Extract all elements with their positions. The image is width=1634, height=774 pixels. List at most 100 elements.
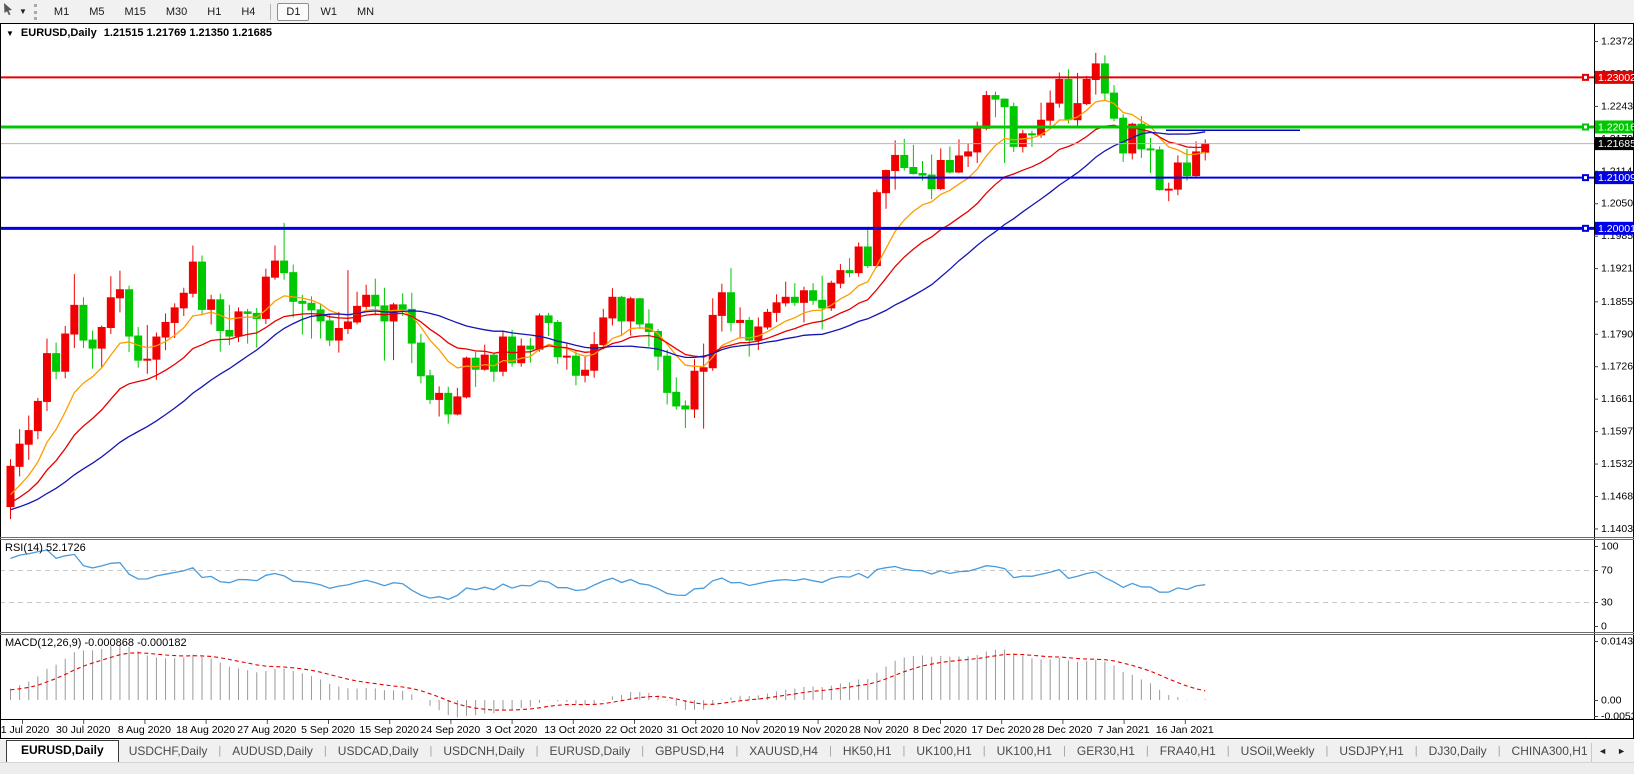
svg-text:1.16615: 1.16615 <box>1601 393 1634 405</box>
svg-text:7 Jan 2021: 7 Jan 2021 <box>1098 724 1150 736</box>
svg-text:1.21685: 1.21685 <box>1598 138 1634 150</box>
chart-tab-UK100-H1[interactable]: UK100,H1 <box>987 741 1062 762</box>
svg-text:70: 70 <box>1601 565 1613 577</box>
svg-text:24 Sep 2020: 24 Sep 2020 <box>421 724 481 736</box>
svg-text:30: 30 <box>1601 597 1613 609</box>
tool-dropdown-caret-icon[interactable]: ▼ <box>19 8 27 16</box>
rsi-pane <box>0 550 1594 603</box>
svg-text:1.22016: 1.22016 <box>1598 121 1634 133</box>
chart-tab-USDCHF-Daily[interactable]: USDCHF,Daily <box>119 741 218 762</box>
svg-text:1.19210: 1.19210 <box>1601 263 1634 275</box>
chart-tab-CHINA300-H1[interactable]: CHINA300,H1 <box>1502 741 1592 762</box>
svg-text:1.14680: 1.14680 <box>1601 491 1634 503</box>
price-axis[interactable]: 1.237251.230801.224351.217901.211451.205… <box>1594 36 1634 535</box>
svg-text:1.22435: 1.22435 <box>1601 100 1634 112</box>
timeframe-button-H1[interactable]: H1 <box>198 3 230 21</box>
svg-text:1.21009: 1.21009 <box>1598 172 1634 184</box>
svg-text:22 Oct 2020: 22 Oct 2020 <box>605 724 662 736</box>
chart-frame <box>0 23 1634 739</box>
macd-axis: 0.014384 0.00 -0.00539 <box>1594 636 1634 723</box>
svg-text:15 Sep 2020: 15 Sep 2020 <box>359 724 419 736</box>
svg-text:8 Dec 2020: 8 Dec 2020 <box>913 724 967 736</box>
tab-scroll-arrows: ◄ ► <box>1591 743 1634 762</box>
timeframe-button-W1[interactable]: W1 <box>311 3 346 21</box>
tab-scroll-right-icon[interactable]: ► <box>1617 747 1626 756</box>
timeframe-button-H4[interactable]: H4 <box>232 3 264 21</box>
chart-tool-icon[interactable] <box>2 2 16 21</box>
svg-text:3 Oct 2020: 3 Oct 2020 <box>486 724 538 736</box>
tab-scroll-left-icon[interactable]: ◄ <box>1598 747 1607 756</box>
chart-tab-UK100-H1[interactable]: UK100,H1 <box>906 741 981 762</box>
macd-signal-line <box>11 653 1206 710</box>
svg-text:1.15970: 1.15970 <box>1601 426 1634 438</box>
macd-pane <box>11 644 1206 717</box>
svg-text:10 Nov 2020: 10 Nov 2020 <box>727 724 787 736</box>
svg-text:19 Nov 2020: 19 Nov 2020 <box>788 724 848 736</box>
timeframe-button-MN[interactable]: MN <box>348 3 383 21</box>
chart-tab-USOil-Weekly[interactable]: USOil,Weekly <box>1231 741 1325 762</box>
chart-symbol-label: EURUSD,Daily <box>21 27 97 39</box>
svg-text:1.15325: 1.15325 <box>1601 458 1634 470</box>
chart-tab-AUDUSD-Daily[interactable]: AUDUSD,Daily <box>222 741 323 762</box>
chart-area[interactable]: 1.237251.230801.224351.217901.211451.205… <box>0 23 1634 740</box>
rsi-axis: 100 70 30 0 <box>1594 541 1619 633</box>
chart-tab-HK50-H1[interactable]: HK50,H1 <box>833 741 902 762</box>
svg-text:1.23725: 1.23725 <box>1601 36 1634 48</box>
chart-tab-XAUUSD-H4[interactable]: XAUUSD,H4 <box>739 741 828 762</box>
svg-text:-0.00539: -0.00539 <box>1601 711 1634 723</box>
svg-text:28 Nov 2020: 28 Nov 2020 <box>849 724 909 736</box>
svg-text:1.20001: 1.20001 <box>1598 223 1634 235</box>
timeframe-button-M5[interactable]: M5 <box>80 3 113 21</box>
chart-tab-bar: EURUSD,DailyUSDCHF,Daily|AUDUSD,Daily|US… <box>0 740 1634 762</box>
chart-ohlc-values: 1.21515 1.21769 1.21350 1.21685 <box>104 27 272 39</box>
tool-icon-group[interactable]: ▼ <box>0 2 31 21</box>
svg-text:5 Sep 2020: 5 Sep 2020 <box>301 724 355 736</box>
mt4-window: ▼ M1M5M15M30H1H4 D1W1MN 1.237251.230801.2… <box>0 0 1634 774</box>
chart-tab-USDCAD-Daily[interactable]: USDCAD,Daily <box>328 741 429 762</box>
rsi-line <box>11 550 1206 599</box>
chart-tab-GER30-H1[interactable]: GER30,H1 <box>1067 741 1145 762</box>
time-axis[interactable]: 21 Jul 202030 Jul 20208 Aug 202018 Aug 2… <box>0 720 1214 736</box>
candlestick-series <box>7 53 1209 519</box>
ma-line-10 <box>11 100 1206 494</box>
toolbar-grip[interactable] <box>34 4 37 20</box>
svg-text:13 Oct 2020: 13 Oct 2020 <box>544 724 601 736</box>
rsi-indicator-label: RSI(14) 52.1726 <box>5 542 86 554</box>
timeframe-button-M1[interactable]: M1 <box>45 3 78 21</box>
toolbar-separator <box>270 4 271 20</box>
svg-text:21 Jul 2020: 21 Jul 2020 <box>0 724 49 736</box>
chart-tab-USDJPY-H1[interactable]: USDJPY,H1 <box>1329 741 1413 762</box>
svg-text:31 Oct 2020: 31 Oct 2020 <box>667 724 724 736</box>
svg-text:1.17260: 1.17260 <box>1601 361 1634 373</box>
svg-text:0: 0 <box>1601 621 1607 633</box>
chart-title: ▼ EURUSD,Daily 1.21515 1.21769 1.21350 1… <box>6 27 272 39</box>
svg-text:27 Aug 2020: 27 Aug 2020 <box>237 724 296 736</box>
chart-tab-EURUSD-Daily[interactable]: EURUSD,Daily <box>540 741 641 762</box>
macd-indicator-label: MACD(12,26,9) -0.000868 -0.000182 <box>5 637 187 649</box>
svg-text:28 Dec 2020: 28 Dec 2020 <box>1033 724 1093 736</box>
toolbar: ▼ M1M5M15M30H1H4 D1W1MN <box>0 0 1634 23</box>
svg-text:18 Aug 2020: 18 Aug 2020 <box>176 724 235 736</box>
chart-tab-USDCNH-Daily[interactable]: USDCNH,Daily <box>433 741 534 762</box>
chart-collapse-icon[interactable]: ▼ <box>6 29 14 38</box>
status-strip <box>0 762 1634 774</box>
svg-text:1.23002: 1.23002 <box>1598 72 1634 84</box>
svg-text:16 Jan 2021: 16 Jan 2021 <box>1156 724 1214 736</box>
svg-text:0.00: 0.00 <box>1601 695 1622 707</box>
timeframe-button-D1[interactable]: D1 <box>277 3 309 21</box>
chart-tab-DJ30-Daily[interactable]: DJ30,Daily <box>1419 741 1497 762</box>
svg-text:100: 100 <box>1601 541 1619 553</box>
price-levels <box>0 74 1594 232</box>
svg-text:1.18550: 1.18550 <box>1601 296 1634 308</box>
moving-averages <box>11 100 1206 510</box>
timeframe-button-M15[interactable]: M15 <box>115 3 154 21</box>
timeframe-button-M30[interactable]: M30 <box>157 3 196 21</box>
svg-text:1.20500: 1.20500 <box>1601 198 1634 210</box>
svg-text:0.014384: 0.014384 <box>1601 636 1634 648</box>
chart-tab-EURUSD-Daily[interactable]: EURUSD,Daily <box>6 740 119 762</box>
svg-text:1.17905: 1.17905 <box>1601 328 1634 340</box>
chart-tab-FRA40-H1[interactable]: FRA40,H1 <box>1150 741 1226 762</box>
chart-tab-GBPUSD-H4[interactable]: GBPUSD,H4 <box>645 741 734 762</box>
svg-text:17 Dec 2020: 17 Dec 2020 <box>971 724 1031 736</box>
svg-text:30 Jul 2020: 30 Jul 2020 <box>56 724 110 736</box>
